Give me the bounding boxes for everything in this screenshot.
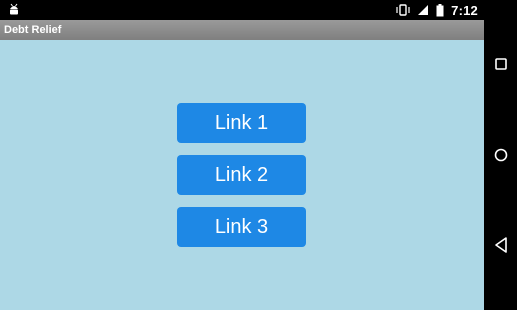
home-icon xyxy=(493,147,509,163)
vibrate-icon xyxy=(396,4,410,16)
recent-apps-button[interactable] xyxy=(484,44,517,84)
link-3-button[interactable]: Link 3 xyxy=(177,207,306,247)
navigation-bar xyxy=(484,0,517,310)
status-time: 7:12 xyxy=(451,2,478,18)
link-1-button[interactable]: Link 1 xyxy=(177,103,306,143)
signal-icon xyxy=(417,4,429,16)
battery-icon xyxy=(436,3,444,17)
android-debug-icon xyxy=(8,3,20,17)
back-button[interactable] xyxy=(484,225,517,265)
main-content: Link 1 Link 2 Link 3 xyxy=(0,40,484,310)
status-bar: 7:12 xyxy=(0,0,484,20)
link-2-button[interactable]: Link 2 xyxy=(177,155,306,195)
recent-apps-icon xyxy=(494,57,508,71)
back-icon xyxy=(493,236,509,254)
home-button[interactable] xyxy=(484,135,517,175)
app-title: Debt Relief xyxy=(4,24,62,36)
app-title-bar: Debt Relief xyxy=(0,20,484,40)
